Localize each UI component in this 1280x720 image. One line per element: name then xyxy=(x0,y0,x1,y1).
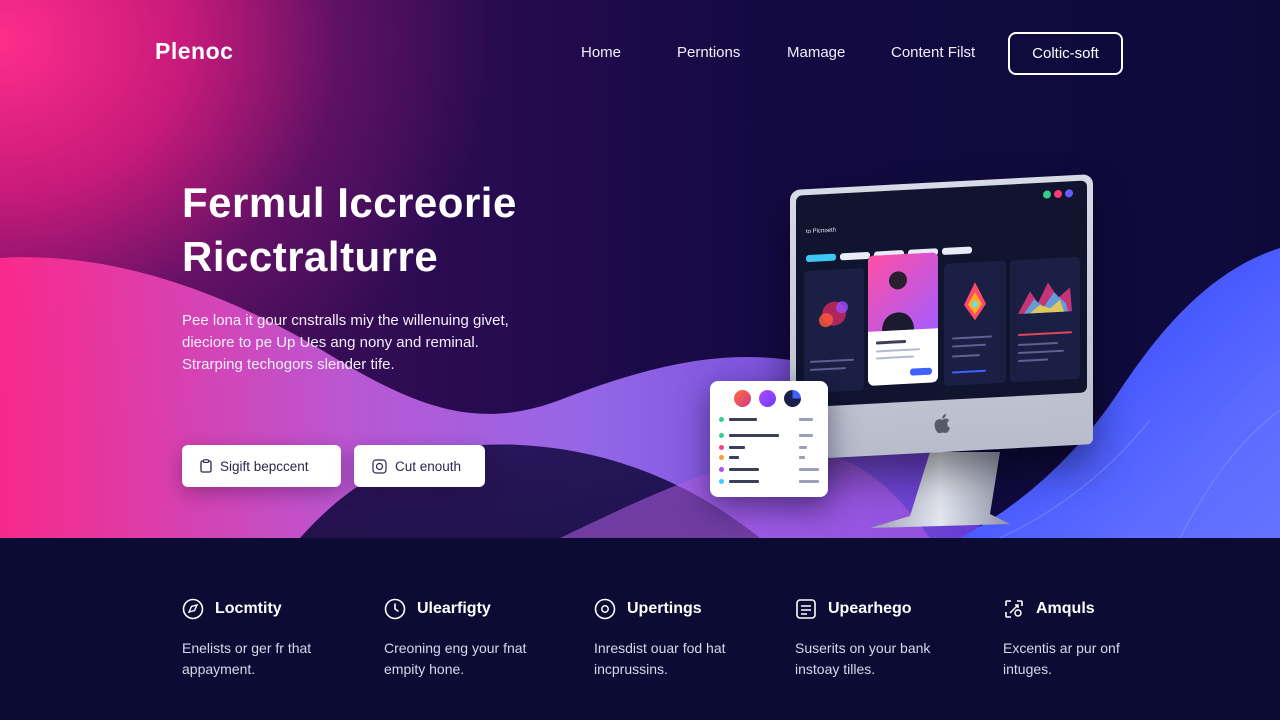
monitor-screen: to Picnoeth xyxy=(796,180,1087,408)
feature-title: Locmtity xyxy=(215,600,282,617)
brand-logo[interactable]: Plenoc xyxy=(155,38,233,65)
feature-item: Ulearfigty Creoning eng your fnat empity… xyxy=(384,598,574,680)
hero-description-line: Pee lona it gour cnstralls miy the wille… xyxy=(182,312,509,329)
feature-description-line: Creoning eng your fnat xyxy=(384,640,527,656)
monitor-frame: to Picnoeth xyxy=(790,174,1093,461)
feature-description-line: Enelists or ger fr that xyxy=(182,640,312,656)
hero-section: Plenoc Home Perntions Mamage Content Fil… xyxy=(0,0,1280,538)
feature-description: Creoning eng your fnat empity hone. xyxy=(384,638,574,680)
floating-stats-card xyxy=(710,381,828,497)
screen-card xyxy=(804,268,864,394)
secondary-cta-button[interactable]: Cut enouth xyxy=(354,445,485,487)
hero-title-line: Fermul Iccreorie xyxy=(182,179,517,226)
hero-description-line: dieciore to pe Up Ues ang nony and remin… xyxy=(182,334,479,351)
gear-icon xyxy=(594,598,616,620)
feature-description: Enelists or ger fr that appayment. xyxy=(182,638,372,680)
feature-description-line: instoay tilles. xyxy=(795,661,876,677)
apple-logo-icon xyxy=(934,414,950,439)
feature-description-line: intuges. xyxy=(1003,661,1053,677)
feature-description-line: Suserits on your bank xyxy=(795,640,931,656)
hero-title-line: Ricctralturre xyxy=(182,233,439,280)
list-item xyxy=(719,445,819,451)
feature-title: Ulearfigty xyxy=(417,600,491,617)
compass-icon xyxy=(182,598,204,620)
monitor-illustration: to Picnoeth xyxy=(790,174,1100,535)
screen-card xyxy=(944,260,1006,386)
feature-description-line: Inresdist ouar fod hat xyxy=(594,640,726,656)
hero-description-line: Strarping techogors slender tife. xyxy=(182,356,395,373)
feature-title: Amquls xyxy=(1036,600,1095,617)
nav-item-content-filst[interactable]: Content Filst xyxy=(891,44,975,61)
nav-item-home[interactable]: Home xyxy=(581,44,621,61)
hero-title: Fermul Iccreorie Ricctralturre xyxy=(182,176,517,284)
feature-title: Upertings xyxy=(627,600,702,617)
timer-icon xyxy=(384,598,406,620)
feature-title: Upearhego xyxy=(828,600,912,617)
feature-item: Locmtity Enelists or ger fr that appayme… xyxy=(182,598,372,680)
screen-window-dots xyxy=(1043,189,1073,199)
list-item xyxy=(719,417,819,423)
feature-description-line: appayment. xyxy=(182,661,256,677)
monitor-stand xyxy=(870,452,1010,528)
document-icon xyxy=(795,598,817,620)
feature-item: Upertings Inresdist ouar fod hat incprus… xyxy=(594,598,784,680)
feature-description-line: incprussins. xyxy=(594,661,668,677)
nav-item-mamage[interactable]: Mamage xyxy=(787,44,845,61)
screen-card xyxy=(1010,256,1080,383)
feature-item: Amquls Excentis ar pur onf intuges. xyxy=(1003,598,1193,680)
tools-icon xyxy=(1003,598,1025,620)
screen-brand: to Picnoeth xyxy=(806,227,837,236)
feature-description: Suserits on your bank instoay tilles. xyxy=(795,638,985,680)
list-item xyxy=(719,433,819,439)
features-section: Locmtity Enelists or ger fr that appayme… xyxy=(0,538,1280,720)
feature-description-line: Excentis ar pur onf xyxy=(1003,640,1120,656)
feature-description-line: empity hone. xyxy=(384,661,465,677)
nav-cta-button[interactable]: Coltic-soft xyxy=(1008,32,1123,75)
list-item xyxy=(719,455,819,461)
nav-item-perntions[interactable]: Perntions xyxy=(677,44,740,61)
feature-item: Upearhego Suserits on your bank instoay … xyxy=(795,598,985,680)
primary-cta-button[interactable]: Sigift bepccent xyxy=(182,445,341,487)
list-item xyxy=(719,479,819,485)
primary-cta-label: Sigift bepccent xyxy=(220,458,309,474)
secondary-cta-label: Cut enouth xyxy=(395,458,462,474)
floating-card-avatars xyxy=(734,390,801,407)
clipboard-icon xyxy=(200,459,212,473)
target-icon xyxy=(372,458,387,474)
hero-description: Pee lona it gour cnstralls miy the wille… xyxy=(182,310,509,376)
feature-description: Excentis ar pur onf intuges. xyxy=(1003,638,1193,680)
feature-description: Inresdist ouar fod hat incprussins. xyxy=(594,638,784,680)
screen-profile-card xyxy=(868,252,938,386)
list-item xyxy=(719,467,819,473)
